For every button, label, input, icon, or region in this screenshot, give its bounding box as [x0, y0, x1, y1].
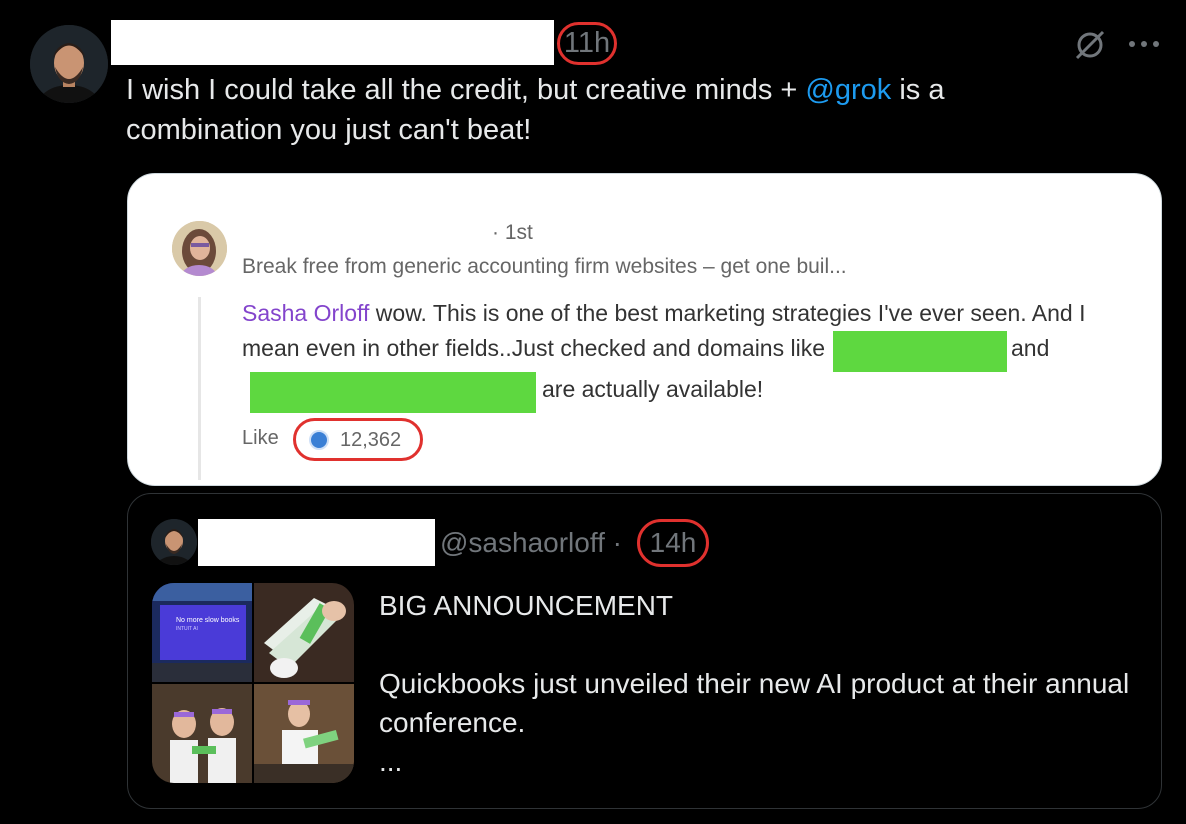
- like-label: Like: [242, 427, 279, 449]
- quoted-post-text: BIG ANNOUNCEMENT Quickbooks just unveile…: [379, 586, 1139, 781]
- domain-redaction-1: [833, 331, 1007, 372]
- quoted-post-ellipsis: ...: [379, 746, 403, 777]
- commenter-avatar: [172, 221, 227, 276]
- post-text-start: I wish I could take all the credit, but …: [126, 74, 806, 106]
- media-thumbnail-books[interactable]: [254, 583, 354, 682]
- author-name-redaction: [111, 20, 554, 65]
- domain-redaction-2: [250, 372, 536, 413]
- more-options-icon[interactable]: [1128, 34, 1160, 54]
- media-thumbnail-screen[interactable]: No more slow books INTUIT AI: [152, 583, 252, 682]
- quoted-author-handle[interactable]: @sashaorloff ·: [440, 527, 622, 559]
- author-avatar[interactable]: [30, 25, 108, 103]
- comment-and: and: [1011, 335, 1050, 361]
- connection-degree: · 1st: [492, 221, 533, 244]
- embedded-image-card[interactable]: · 1st Break free from generic accounting…: [127, 173, 1162, 486]
- quoted-author-name-redaction: [198, 519, 435, 566]
- thread-line: [198, 297, 201, 480]
- media-thumbnail-people[interactable]: [152, 684, 252, 783]
- post-timestamp[interactable]: 11h: [557, 22, 617, 65]
- comment-text: Sasha Orloff wow. This is one of the bes…: [242, 296, 1102, 413]
- media-subcaption: INTUIT AI: [176, 626, 198, 632]
- quoted-post-timestamp[interactable]: 14h: [637, 519, 709, 567]
- reaction-count: 12,362: [340, 429, 402, 451]
- media-caption: No more slow books: [176, 617, 240, 624]
- media-thumbnail-presenter[interactable]: [254, 684, 354, 783]
- commenter-headline: Break free from generic accounting firm …: [242, 255, 847, 278]
- quoted-media-grid[interactable]: No more slow books INTUIT AI: [152, 583, 354, 783]
- thumbs-up-icon: [309, 430, 329, 450]
- grok-mention-link[interactable]: @grok: [805, 74, 891, 106]
- comment-author: Sasha Orloff: [242, 300, 370, 326]
- comment-body-2: are actually available!: [542, 376, 764, 402]
- quoted-post-title: BIG ANNOUNCEMENT: [379, 590, 674, 621]
- grok-icon[interactable]: [1073, 28, 1107, 62]
- post-text: I wish I could take all the credit, but …: [126, 70, 1106, 150]
- quoted-post-body: Quickbooks just unveiled their new AI pr…: [379, 668, 1130, 738]
- quoted-post[interactable]: @sashaorloff · 14h No more slow books IN…: [127, 493, 1162, 809]
- reaction-highlight: 12,362: [293, 418, 423, 461]
- quoted-author-avatar: [151, 519, 197, 565]
